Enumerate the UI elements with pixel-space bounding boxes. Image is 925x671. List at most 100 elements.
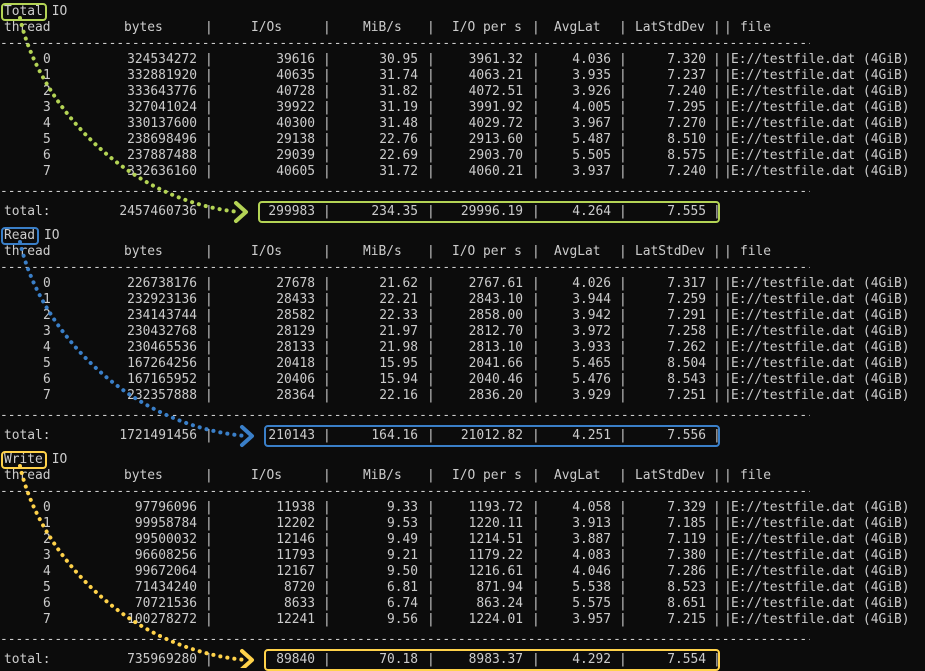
column-separator: | — [532, 612, 540, 627]
latstd-cell: 7.215 — [667, 612, 706, 627]
column-separator: | — [205, 500, 213, 515]
table-row: 0 226738176 27678 21.62 2767.61 4.026 7.317 E:/… — [0, 276, 925, 292]
ios-cell: 12167 — [276, 564, 315, 579]
table-row: 1 232923136 28433 22.21 2843.10 3.944 7.259 E:/… — [0, 292, 925, 308]
iops-cell: 1224.01 — [468, 612, 523, 627]
file-cell: E://testfile.dat (4GiB) — [731, 388, 910, 403]
column-separator: | — [427, 388, 435, 403]
thread-id: 2 — [43, 84, 51, 99]
mibs-cell: 22.69 — [379, 148, 418, 163]
file-cell: E://testfile.dat (4GiB) — [731, 276, 910, 291]
column-header-thread: thread — [4, 20, 51, 35]
column-separator: | — [619, 132, 627, 147]
table-row: 5 238698496 29138 22.76 2913.60 5.487 8.510 E:/… — [0, 132, 925, 148]
column-separator: | — [323, 532, 331, 547]
column-separator: | — [532, 564, 540, 579]
mibs-cell: 15.94 — [379, 372, 418, 387]
section-title-suffix: IO — [51, 452, 68, 467]
ios-cell: 39922 — [276, 100, 315, 115]
separator-line: ----------------------------------------… — [0, 408, 810, 424]
column-separator: | — [323, 372, 331, 387]
latstd-cell: 8.651 — [667, 596, 706, 611]
column-separator: | — [713, 20, 721, 35]
column-separator: | — [532, 388, 540, 403]
column-separator: | — [205, 244, 213, 259]
column-separator: | — [713, 116, 721, 131]
column-separator: | — [713, 52, 721, 67]
iops-cell: 1214.51 — [468, 532, 523, 547]
column-separator: | — [724, 356, 732, 371]
column-separator: | — [205, 68, 213, 83]
bytes-cell: 70721536 — [134, 596, 197, 611]
column-separator: | — [713, 596, 721, 611]
latstd-cell: 7.329 — [667, 500, 706, 515]
iops-cell: 2813.10 — [468, 340, 523, 355]
latstd-cell: 8.543 — [667, 372, 706, 387]
avglat-cell: 4.046 — [572, 564, 611, 579]
file-cell: E://testfile.dat (4GiB) — [731, 340, 910, 355]
ios-cell: 28582 — [276, 308, 315, 323]
column-separator: | — [532, 68, 540, 83]
bytes-cell: 99958784 — [134, 516, 197, 531]
latstd-cell: 7.270 — [667, 116, 706, 131]
latstd-cell: 7.262 — [667, 340, 706, 355]
column-separator: | — [323, 164, 331, 179]
thread-id: 0 — [43, 52, 51, 67]
column-separator: | — [713, 100, 721, 115]
thread-id: 1 — [43, 68, 51, 83]
column-separator: | — [532, 52, 540, 67]
column-separator: | — [205, 116, 213, 131]
latstd-cell: 8.504 — [667, 356, 706, 371]
column-separator: | — [205, 308, 213, 323]
table-row: 2 234143744 28582 22.33 2858.00 3.942 7.291 E:/… — [0, 308, 925, 324]
table-row: 4 99672064 12167 9.50 1216.61 4.046 7.286 E://t… — [0, 564, 925, 580]
file-cell: E://testfile.dat (4GiB) — [731, 100, 910, 115]
column-separator: | — [713, 164, 721, 179]
latstd-cell: 8.523 — [667, 580, 706, 595]
iops-cell: 4060.21 — [468, 164, 523, 179]
iops-cell: 2903.70 — [468, 148, 523, 163]
column-separator: | — [619, 468, 627, 483]
column-separator: | — [323, 292, 331, 307]
file-cell: E://testfile.dat (4GiB) — [731, 596, 910, 611]
column-separator: | — [619, 580, 627, 595]
column-separator: | — [619, 324, 627, 339]
column-header-mibs: MiB/s — [363, 468, 402, 483]
column-separator: | — [205, 340, 213, 355]
column-header-ios: I/Os — [251, 468, 283, 483]
column-separator: | — [205, 100, 213, 115]
separator-line: ----------------------------------------… — [0, 484, 810, 500]
column-separator: | — [619, 548, 627, 563]
avglat-cell: 5.575 — [572, 596, 611, 611]
column-separator: | — [427, 340, 435, 355]
avglat-cell: 3.935 — [572, 68, 611, 83]
section-title-total: Total IO — [0, 4, 925, 20]
column-separator: | — [724, 340, 732, 355]
section-title-highlight — [1, 3, 47, 21]
column-header-iops: I/O per s — [452, 468, 522, 483]
column-header-ios: I/Os — [251, 244, 283, 259]
column-separator: | — [427, 324, 435, 339]
thread-id: 3 — [43, 100, 51, 115]
column-separator: | — [619, 356, 627, 371]
column-separator: | — [323, 68, 331, 83]
iops-cell: 3991.92 — [468, 100, 523, 115]
column-separator: | — [532, 516, 540, 531]
column-header-ios: I/Os — [251, 20, 283, 35]
table-row: 7 100278272 12241 9.56 1224.01 3.957 7.215 E://… — [0, 612, 925, 628]
mibs-cell: 22.33 — [379, 308, 418, 323]
avglat-cell: 3.937 — [572, 164, 611, 179]
column-header-bytes: bytes — [124, 20, 163, 35]
avglat-cell: 3.933 — [572, 340, 611, 355]
table-row: 4 230465536 28133 21.98 2813.10 3.933 7.262 E:/… — [0, 340, 925, 356]
iops-cell: 1216.61 — [468, 564, 523, 579]
bytes-cell: 237887488 — [127, 148, 197, 163]
column-separator: | — [619, 292, 627, 307]
section-title-highlight — [1, 451, 47, 469]
column-separator: | — [619, 68, 627, 83]
table-row: 3 230432768 28129 21.97 2812.70 3.972 7.258 E:/… — [0, 324, 925, 340]
column-separator: | — [713, 276, 721, 291]
thread-id: 0 — [43, 276, 51, 291]
column-separator: | — [205, 548, 213, 563]
column-separator: | — [205, 612, 213, 627]
